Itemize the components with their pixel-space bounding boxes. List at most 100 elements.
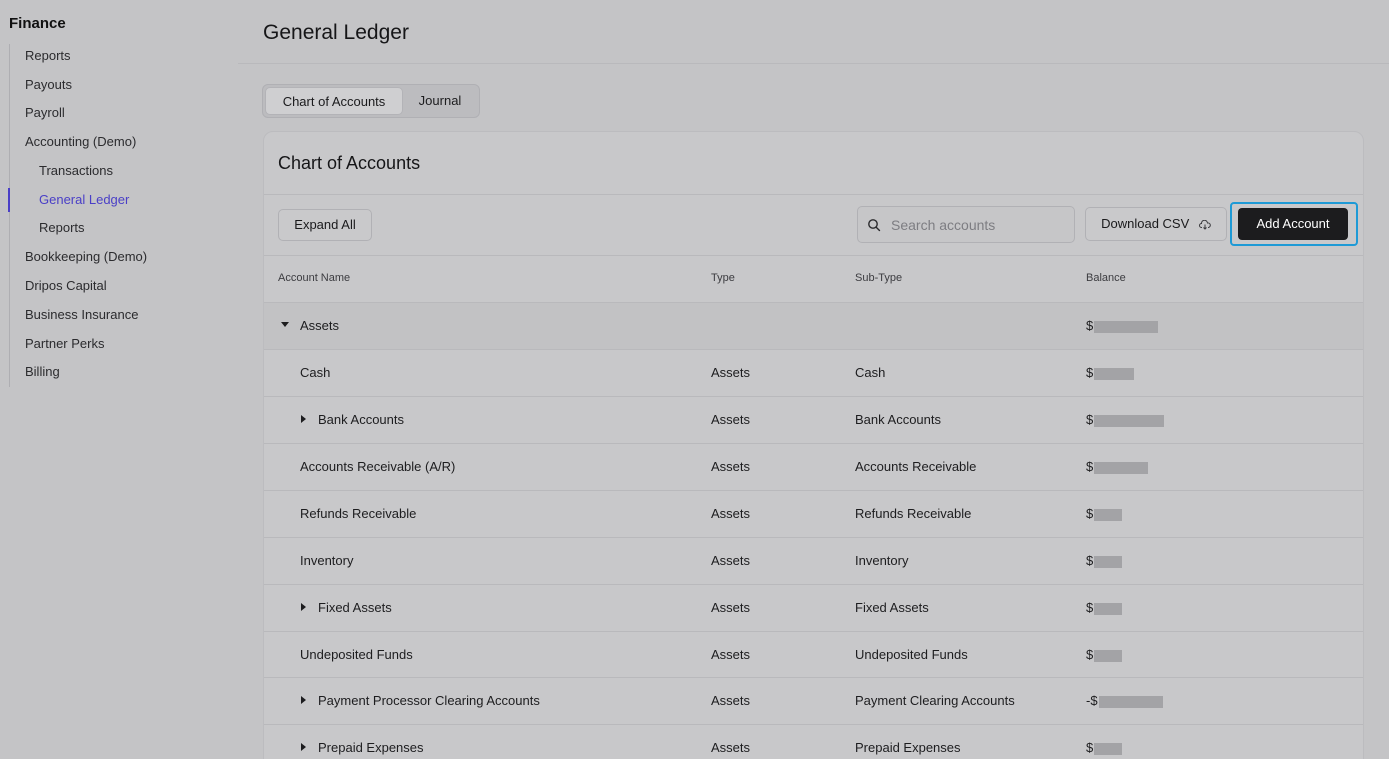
redacted-value — [1094, 649, 1123, 662]
caret-right-icon[interactable] — [301, 696, 306, 704]
caret-right-icon[interactable] — [301, 603, 306, 611]
account-type: Assets — [711, 693, 751, 708]
balance: $ — [1086, 459, 1149, 474]
chart-of-accounts-card: Chart of Accounts Expand All Download CS… — [263, 131, 1364, 759]
sidebar-item-reports[interactable]: Reports — [25, 48, 71, 63]
account-subtype: Cash — [855, 365, 886, 380]
expand-all-button[interactable]: Expand All — [278, 209, 372, 241]
column-header-sub-type[interactable]: Sub-Type — [855, 272, 902, 284]
account-name: Inventory — [300, 553, 354, 568]
account-subtype: Fixed Assets — [855, 600, 929, 615]
tab-journal[interactable]: Journal — [405, 87, 475, 115]
sidebar: Finance Reports Payouts Payroll Accounti… — [0, 0, 238, 759]
balance: $ — [1086, 318, 1159, 333]
sidebar-item-bookkeeping[interactable]: Bookkeeping (Demo) — [25, 249, 147, 264]
balance: $ — [1086, 740, 1123, 755]
account-subtype: Refunds Receivable — [855, 506, 972, 521]
table-row[interactable]: Assets $ — [264, 302, 1363, 349]
account-name: Bank Accounts — [318, 412, 404, 427]
balance: $ — [1086, 506, 1123, 521]
redacted-value — [1094, 742, 1123, 755]
sidebar-item-partner-perks[interactable]: Partner Perks — [25, 336, 104, 351]
redacted-value — [1098, 695, 1163, 708]
account-type: Assets — [711, 553, 751, 568]
account-name: Cash — [300, 365, 331, 380]
card-divider — [264, 194, 1363, 195]
sidebar-item-payroll[interactable]: Payroll — [25, 105, 65, 120]
tab-chart-of-accounts[interactable]: Chart of Accounts — [265, 87, 403, 115]
column-header-balance[interactable]: Balance — [1086, 272, 1126, 284]
account-name: Accounts Receivable (A/R) — [300, 459, 456, 474]
account-subtype: Prepaid Expenses — [855, 740, 961, 755]
account-name: Undeposited Funds — [300, 647, 413, 662]
add-account-focus-ring: Add Account — [1230, 202, 1358, 246]
sidebar-item-payouts[interactable]: Payouts — [25, 77, 72, 92]
table-row[interactable]: Undeposited Funds Assets Undeposited Fun… — [264, 631, 1363, 678]
caret-right-icon[interactable] — [301, 415, 306, 423]
account-name: Prepaid Expenses — [318, 740, 424, 755]
caret-right-icon[interactable] — [301, 743, 306, 751]
column-header-account-name[interactable]: Account Name — [278, 272, 350, 284]
redacted-value — [1094, 508, 1123, 521]
account-type: Assets — [711, 600, 751, 615]
download-csv-label: Download CSV — [1101, 216, 1190, 231]
sidebar-item-dripos-capital[interactable]: Dripos Capital — [25, 278, 107, 293]
card-title: Chart of Accounts — [278, 153, 421, 173]
balance: $ — [1086, 600, 1123, 615]
toolbar-divider — [264, 255, 1363, 256]
download-csv-button[interactable]: Download CSV — [1085, 207, 1227, 241]
search-box[interactable] — [857, 206, 1075, 243]
balance: $ — [1086, 412, 1165, 427]
table-row[interactable]: Accounts Receivable (A/R) Assets Account… — [264, 443, 1363, 490]
redacted-value — [1094, 320, 1159, 333]
table-row[interactable]: Refunds Receivable Assets Refunds Receiv… — [264, 490, 1363, 537]
account-name: Refunds Receivable — [300, 506, 417, 521]
table-row[interactable]: Bank Accounts Assets Bank Accounts $ — [264, 396, 1363, 443]
account-type: Assets — [711, 506, 751, 521]
table-row[interactable]: Payment Processor Clearing Accounts Asse… — [264, 677, 1363, 724]
balance: -$ — [1086, 693, 1163, 708]
sidebar-title: Finance — [9, 15, 66, 32]
account-name: Payment Processor Clearing Accounts — [318, 693, 540, 708]
account-type: Assets — [711, 365, 751, 380]
search-input[interactable] — [891, 207, 1071, 242]
sidebar-item-business-insurance[interactable]: Business Insurance — [25, 307, 138, 322]
account-subtype: Inventory — [855, 553, 909, 568]
sidebar-item-billing[interactable]: Billing — [25, 364, 60, 379]
add-account-button[interactable]: Add Account — [1238, 208, 1348, 240]
account-type: Assets — [711, 412, 751, 427]
search-icon — [868, 219, 881, 232]
account-subtype: Bank Accounts — [855, 412, 941, 427]
table-row[interactable]: Prepaid Expenses Assets Prepaid Expenses… — [264, 724, 1363, 759]
table-row[interactable]: Cash Assets Cash $ — [264, 349, 1363, 396]
account-subtype: Payment Clearing Accounts — [855, 693, 1015, 708]
sidebar-item-accounting-reports[interactable]: Reports — [39, 220, 85, 235]
account-name: Fixed Assets — [318, 600, 392, 615]
redacted-value — [1094, 414, 1165, 427]
caret-down-icon[interactable] — [281, 322, 289, 327]
balance: $ — [1086, 647, 1123, 662]
nav-active-indicator — [8, 188, 10, 212]
sidebar-item-general-ledger[interactable]: General Ledger — [39, 192, 129, 207]
table-row[interactable]: Inventory Assets Inventory $ — [264, 537, 1363, 584]
account-type: Assets — [711, 740, 751, 755]
balance: $ — [1086, 365, 1135, 380]
account-type: Assets — [711, 647, 751, 662]
sidebar-item-transactions[interactable]: Transactions — [39, 163, 113, 178]
account-name: Assets — [300, 318, 340, 333]
nav-divider — [9, 44, 10, 387]
sidebar-item-accounting[interactable]: Accounting (Demo) — [25, 134, 136, 149]
cloud-download-icon — [1198, 219, 1211, 230]
page-title: General Ledger — [263, 21, 409, 44]
account-subtype: Undeposited Funds — [855, 647, 968, 662]
account-subtype: Accounts Receivable — [855, 459, 977, 474]
redacted-value — [1094, 461, 1149, 474]
redacted-value — [1094, 602, 1123, 615]
redacted-value — [1094, 367, 1135, 380]
redacted-value — [1094, 555, 1123, 568]
balance: $ — [1086, 553, 1123, 568]
tab-bar: Chart of Accounts Journal — [262, 84, 480, 118]
column-header-type[interactable]: Type — [711, 272, 735, 284]
account-type: Assets — [711, 459, 751, 474]
table-row[interactable]: Fixed Assets Assets Fixed Assets $ — [264, 584, 1363, 631]
